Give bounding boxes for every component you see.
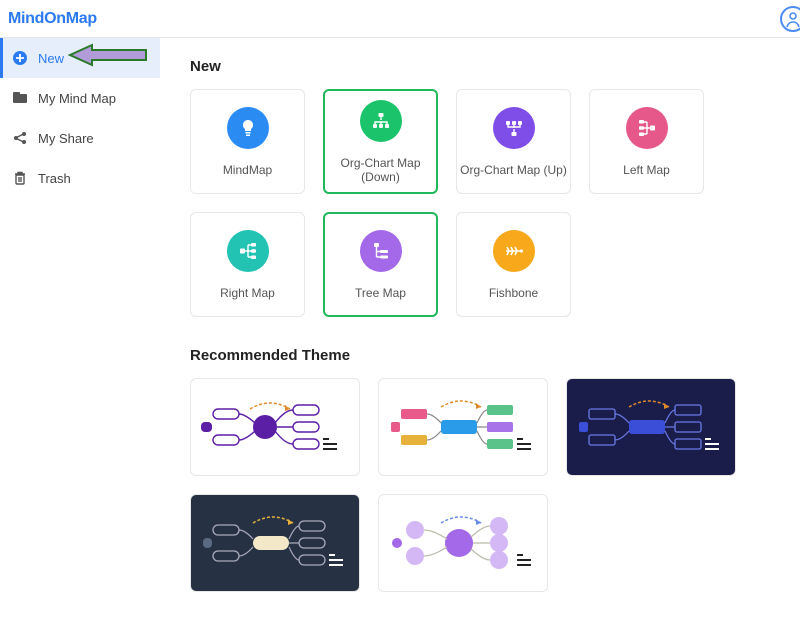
template-cards: MindMap Org-Chart Map (Down) Org-Chart M… [190,89,790,317]
bulb-icon [227,107,269,149]
sidebar-item-new[interactable]: New [0,38,160,78]
section-title-themes: Recommended Theme [190,347,790,364]
main-content: New MindMap Org-Chart Map (Down) [160,38,800,631]
right-map-icon [227,230,269,272]
sidebar-item-label: My Share [38,131,94,146]
theme-card-dark-mindmap[interactable] [566,378,736,476]
logo[interactable]: MindOnMap [8,10,97,28]
left-map-icon [626,107,668,149]
theme-card-colorful-mindmap[interactable] [378,378,548,476]
theme-preview-icon [383,383,543,471]
template-card-mindmap[interactable]: MindMap [190,89,305,194]
theme-card-navy-mindmap[interactable] [190,494,360,592]
org-down-icon [360,100,402,142]
theme-preview-icon [195,383,355,471]
sidebar-item-my-share[interactable]: My Share [0,118,160,158]
template-card-right[interactable]: Right Map [190,212,305,317]
trash-icon [12,170,28,186]
card-label: Fishbone [489,286,538,300]
card-label: Right Map [220,286,275,300]
avatar[interactable] [780,6,800,32]
theme-preview-icon [383,499,543,587]
sidebar-item-label: My Mind Map [38,91,116,106]
card-label: Left Map [623,163,670,177]
sidebar-item-label: New [38,51,64,66]
plus-circle-icon [12,50,28,66]
card-label: Org-Chart Map (Up) [460,163,567,177]
theme-card-purple-mindmap[interactable] [190,378,360,476]
sidebar-item-my-mind-map[interactable]: My Mind Map [0,78,160,118]
sidebar-item-trash[interactable]: Trash [0,158,160,198]
theme-preview-icon [195,499,355,587]
template-card-left[interactable]: Left Map [589,89,704,194]
template-card-tree[interactable]: Tree Map [323,212,438,317]
template-card-fishbone[interactable]: Fishbone [456,212,571,317]
sidebar: New My Mind Map My Share [0,38,160,631]
tree-map-icon [360,230,402,272]
card-label: Org-Chart Map (Down) [325,156,436,184]
theme-cards [190,378,790,592]
template-card-org-up[interactable]: Org-Chart Map (Up) [456,89,571,194]
user-icon [783,9,800,29]
share-icon [12,130,28,146]
section-title-new: New [190,58,790,75]
theme-card-light-purple-mindmap[interactable] [378,494,548,592]
card-label: MindMap [223,163,272,177]
folder-icon [12,90,28,106]
highlight-arrow-icon [68,42,150,68]
fishbone-icon [493,230,535,272]
sidebar-item-label: Trash [38,171,71,186]
theme-preview-icon [571,383,731,471]
card-label: Tree Map [355,286,406,300]
app-header: MindOnMap [0,0,800,38]
template-card-org-down[interactable]: Org-Chart Map (Down) [323,89,438,194]
org-up-icon [493,107,535,149]
